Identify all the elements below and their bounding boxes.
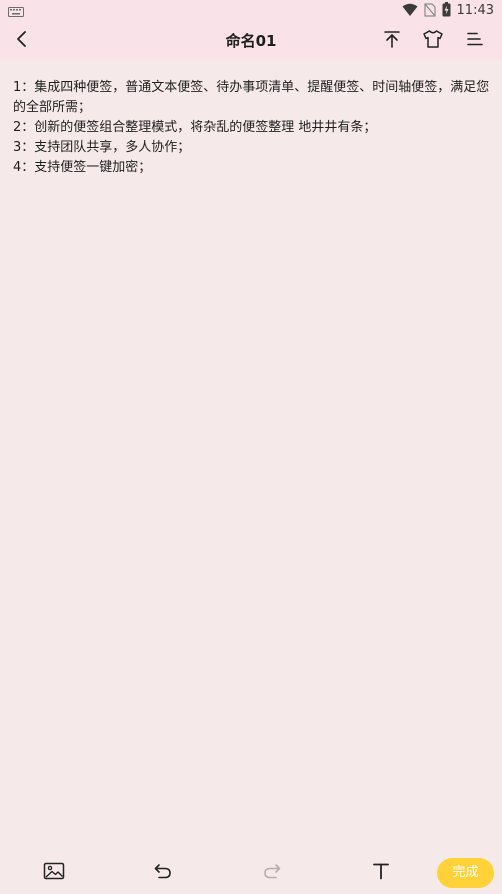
redo-button[interactable] xyxy=(260,861,284,885)
pin-to-top-icon xyxy=(382,29,402,53)
note-line: 1：集成四种便签，普通文本便签、待办事项清单、提醒便签、时间轴便签，满足您的全部… xyxy=(13,80,490,115)
insert-image-button[interactable] xyxy=(42,861,66,885)
text-format-icon xyxy=(372,862,390,884)
battery-charging-icon xyxy=(442,1,451,21)
status-bar: 11:43 xyxy=(0,0,502,22)
menu-button[interactable] xyxy=(462,28,488,54)
undo-icon xyxy=(153,862,173,884)
note-line: 3：支持团队共享，多人协作； xyxy=(13,140,191,155)
theme-shirt-icon xyxy=(422,29,444,53)
note-editor[interactable]: 1：集成四种便签，普通文本便签、待办事项清单、提醒便签、时间轴便签，满足您的全部… xyxy=(13,78,491,178)
pin-to-top-button[interactable] xyxy=(379,28,405,54)
redo-icon xyxy=(262,862,282,884)
bottom-toolbar: 完成 xyxy=(0,850,502,894)
done-button[interactable]: 完成 xyxy=(437,858,494,888)
no-sim-icon xyxy=(423,2,436,21)
image-icon xyxy=(43,862,65,884)
back-icon xyxy=(15,30,29,52)
menu-icon xyxy=(466,31,484,51)
undo-button[interactable] xyxy=(151,861,175,885)
theme-button[interactable] xyxy=(420,28,446,54)
back-button[interactable] xyxy=(9,28,35,54)
note-line: 4：支持便签一键加密； xyxy=(13,160,152,175)
keyboard-icon xyxy=(8,3,24,17)
status-time: 11:43 xyxy=(456,3,494,18)
app-bar: 命名01 xyxy=(0,22,502,60)
wifi-icon xyxy=(402,2,418,21)
text-format-button[interactable] xyxy=(369,861,393,885)
note-line: 2：创新的便签组合整理模式，将杂乱的便签整理 地井井有条； xyxy=(13,120,377,135)
